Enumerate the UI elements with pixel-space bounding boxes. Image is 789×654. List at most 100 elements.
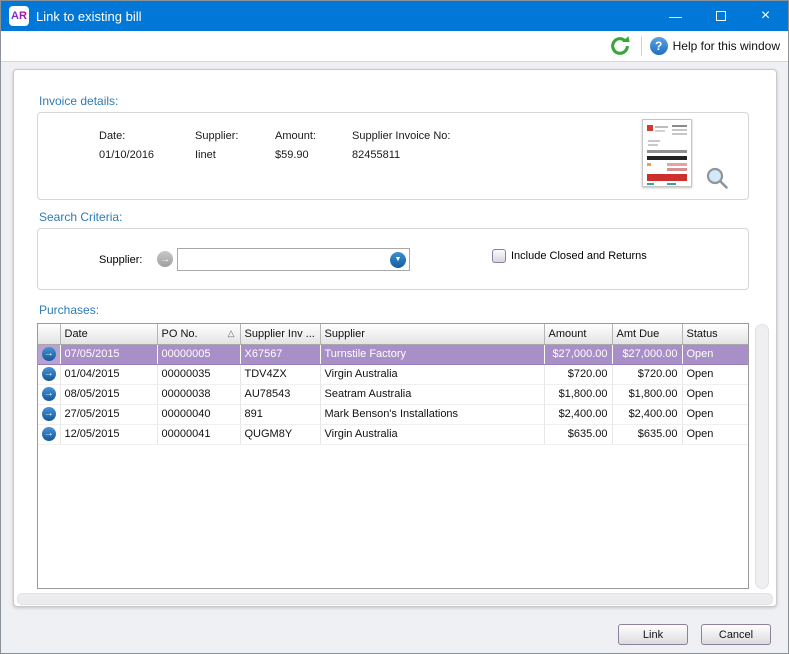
cancel-button[interactable]: Cancel bbox=[701, 624, 771, 645]
sort-ascending-icon: △ bbox=[228, 328, 235, 339]
invoice-number-label: Supplier Invoice No: bbox=[352, 130, 450, 142]
table-row[interactable]: → 08/05/2015 00000038 AU78543 Seatram Au… bbox=[38, 384, 748, 404]
table-row[interactable]: → 07/05/2015 00000005 X67567 Turnstile F… bbox=[38, 344, 748, 364]
zoom-invoice-button[interactable] bbox=[704, 165, 730, 191]
toolbar: ? Help for this window bbox=[1, 31, 788, 62]
cell-supplier-inv: 891 bbox=[240, 404, 320, 424]
help-icon: ? bbox=[650, 37, 668, 55]
cell-supplier: Virgin Australia bbox=[320, 364, 544, 384]
minimize-button[interactable]: — bbox=[653, 1, 698, 31]
cell-amount: $2,400.00 bbox=[544, 404, 612, 424]
header-row-selector bbox=[38, 324, 60, 344]
cell-amt-due: $635.00 bbox=[612, 424, 682, 444]
cell-status: Open bbox=[682, 384, 748, 404]
close-button[interactable]: × bbox=[743, 1, 788, 31]
cell-amount: $1,800.00 bbox=[544, 384, 612, 404]
cell-amt-due: $1,800.00 bbox=[612, 384, 682, 404]
header-amt-due[interactable]: Amt Due bbox=[612, 324, 682, 344]
cell-po-no: 00000005 bbox=[157, 344, 240, 364]
open-row-arrow-icon[interactable]: → bbox=[42, 427, 56, 441]
window-title: Link to existing bill bbox=[36, 9, 142, 24]
invoice-amount-value: $59.90 bbox=[275, 149, 316, 161]
invoice-number-value: 82455811 bbox=[352, 149, 450, 161]
purchases-table: Date PO No. △ Supplier Inv ... Supplier … bbox=[37, 323, 749, 589]
app-logo-text: AR bbox=[11, 10, 27, 22]
invoice-date-label: Date: bbox=[99, 130, 154, 142]
close-icon: × bbox=[761, 7, 770, 25]
header-date[interactable]: Date bbox=[60, 324, 157, 344]
cell-status: Open bbox=[682, 344, 748, 364]
table-row[interactable]: → 27/05/2015 00000040 891 Mark Benson's … bbox=[38, 404, 748, 424]
cell-po-no: 00000038 bbox=[157, 384, 240, 404]
supplier-input[interactable] bbox=[178, 249, 390, 270]
invoice-number-field: Supplier Invoice No: 82455811 bbox=[352, 130, 450, 161]
invoice-thumbnail[interactable] bbox=[642, 119, 692, 187]
cell-amount: $27,000.00 bbox=[544, 344, 612, 364]
cell-status: Open bbox=[682, 364, 748, 384]
search-criteria-box: Supplier: → ▼ Include Closed and Returns bbox=[37, 228, 749, 290]
maximize-icon bbox=[716, 11, 726, 21]
table-header-row: Date PO No. △ Supplier Inv ... Supplier … bbox=[38, 324, 748, 344]
cell-amount: $635.00 bbox=[544, 424, 612, 444]
invoice-supplier-value: Iinet bbox=[195, 149, 238, 161]
open-row-arrow-icon[interactable]: → bbox=[42, 347, 56, 361]
supplier-combobox[interactable]: ▼ bbox=[177, 248, 410, 271]
purchases-table-body: → 07/05/2015 00000005 X67567 Turnstile F… bbox=[38, 344, 748, 444]
invoice-supplier-field: Supplier: Iinet bbox=[195, 130, 238, 161]
cell-supplier: Mark Benson's Installations bbox=[320, 404, 544, 424]
invoice-amount-field: Amount: $59.90 bbox=[275, 130, 316, 161]
cell-amt-due: $720.00 bbox=[612, 364, 682, 384]
link-button[interactable]: Link bbox=[618, 624, 688, 645]
open-row-arrow-icon[interactable]: → bbox=[42, 387, 56, 401]
invoice-supplier-label: Supplier: bbox=[195, 130, 238, 142]
cell-status: Open bbox=[682, 404, 748, 424]
include-closed-checkbox[interactable] bbox=[492, 249, 506, 263]
row-detail-cell: → bbox=[38, 404, 60, 424]
header-po-no[interactable]: PO No. △ bbox=[157, 324, 240, 344]
row-detail-cell: → bbox=[38, 384, 60, 404]
cell-amt-due: $2,400.00 bbox=[612, 404, 682, 424]
app-logo-icon: AR bbox=[9, 6, 29, 26]
invoice-date-field: Date: 01/10/2016 bbox=[99, 130, 154, 161]
header-supplier[interactable]: Supplier bbox=[320, 324, 544, 344]
table-row[interactable]: → 12/05/2015 00000041 QUGM8Y Virgin Aust… bbox=[38, 424, 748, 444]
invoice-date-value: 01/10/2016 bbox=[99, 149, 154, 161]
titlebar: AR Link to existing bill — × bbox=[1, 1, 788, 31]
include-closed-label: Include Closed and Returns bbox=[511, 250, 647, 262]
cell-supplier: Turnstile Factory bbox=[320, 344, 544, 364]
minimize-icon: — bbox=[669, 9, 682, 24]
cell-supplier-inv: QUGM8Y bbox=[240, 424, 320, 444]
refresh-button[interactable] bbox=[607, 33, 633, 59]
header-amount[interactable]: Amount bbox=[544, 324, 612, 344]
row-detail-cell: → bbox=[38, 424, 60, 444]
supplier-search-label: Supplier: bbox=[99, 254, 142, 266]
maximize-button[interactable] bbox=[698, 1, 743, 31]
table-row[interactable]: → 01/04/2015 00000035 TDV4ZX Virgin Aust… bbox=[38, 364, 748, 384]
toolbar-separator bbox=[641, 36, 642, 56]
cell-amount: $720.00 bbox=[544, 364, 612, 384]
help-button[interactable]: ? Help for this window bbox=[650, 37, 780, 55]
help-label: Help for this window bbox=[673, 39, 780, 53]
invoice-details-heading: Invoice details: bbox=[39, 94, 118, 108]
search-criteria-heading: Search Criteria: bbox=[39, 210, 122, 224]
invoice-details-box: Date: 01/10/2016 Supplier: Iinet Amount:… bbox=[37, 112, 749, 200]
header-status[interactable]: Status bbox=[682, 324, 748, 344]
cell-po-no: 00000041 bbox=[157, 424, 240, 444]
purchases-heading: Purchases: bbox=[39, 303, 99, 317]
supplier-select-arrow-icon[interactable]: → bbox=[157, 251, 173, 267]
cell-amt-due: $27,000.00 bbox=[612, 344, 682, 364]
cell-status: Open bbox=[682, 424, 748, 444]
horizontal-scrollbar[interactable] bbox=[17, 593, 773, 605]
open-row-arrow-icon[interactable]: → bbox=[42, 367, 56, 381]
header-supplier-inv[interactable]: Supplier Inv ... bbox=[240, 324, 320, 344]
cell-po-no: 00000035 bbox=[157, 364, 240, 384]
cell-supplier: Seatram Australia bbox=[320, 384, 544, 404]
chevron-down-icon[interactable]: ▼ bbox=[390, 252, 406, 268]
open-row-arrow-icon[interactable]: → bbox=[42, 407, 56, 421]
cell-supplier: Virgin Australia bbox=[320, 424, 544, 444]
cell-supplier-inv: AU78543 bbox=[240, 384, 320, 404]
cell-date: 08/05/2015 bbox=[60, 384, 157, 404]
vertical-scrollbar[interactable] bbox=[755, 324, 769, 589]
cell-date: 01/04/2015 bbox=[60, 364, 157, 384]
refresh-icon bbox=[609, 35, 631, 57]
